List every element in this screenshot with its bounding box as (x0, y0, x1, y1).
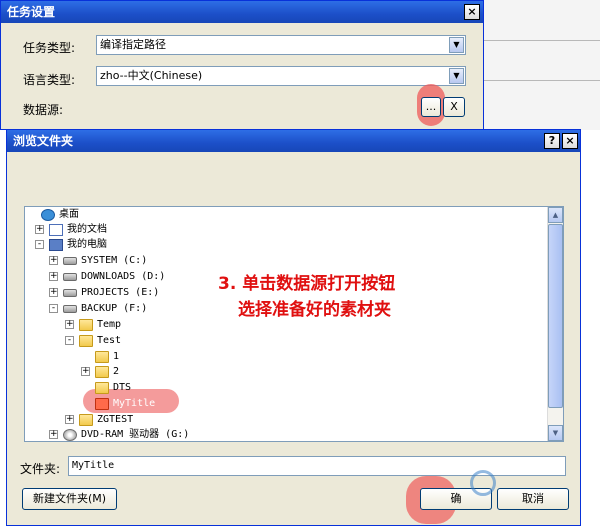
tree-node[interactable]: +2 (25, 364, 545, 380)
browse-folder-close-button[interactable]: × (562, 133, 578, 149)
tree-node-label: 桌面 (59, 209, 79, 220)
expand-icon[interactable]: + (49, 430, 58, 439)
language-label: 语言类型: (23, 73, 76, 87)
new-folder-button[interactable]: 新建文件夹(M) (22, 488, 117, 510)
chevron-down-icon[interactable]: ▼ (449, 37, 464, 53)
folder-icon (95, 351, 109, 363)
task-settings-close-button[interactable]: × (464, 4, 480, 20)
tree-node[interactable]: - 我的电脑 (25, 237, 545, 253)
collapse-icon[interactable]: - (35, 240, 44, 249)
expand-icon[interactable]: + (65, 320, 74, 329)
desktop-icon (41, 209, 55, 221)
tree-scrollbar[interactable]: ▲ ▼ (547, 207, 563, 441)
tree-node[interactable]: MyTitle (25, 396, 545, 412)
tree-node[interactable]: - Test (25, 333, 545, 349)
tree-node-label: BACKUP (F:) (81, 303, 148, 314)
computer-icon (49, 239, 63, 251)
dvd-drive-icon (63, 429, 77, 441)
collapse-icon[interactable]: - (49, 304, 58, 313)
folder-icon (79, 319, 93, 331)
task-type-select[interactable]: 编译指定路径 ▼ (96, 35, 466, 55)
expand-icon[interactable]: + (81, 367, 90, 376)
documents-icon (49, 224, 63, 236)
tree-node-label: 2 (113, 366, 120, 377)
task-type-value: 编译指定路径 (100, 38, 166, 51)
collapse-icon[interactable]: - (65, 336, 74, 345)
tree-node[interactable]: + DVD-RAM 驱动器 (G:) (25, 427, 545, 441)
tree-node-label: DTS (113, 382, 132, 393)
expand-icon[interactable]: + (35, 225, 44, 234)
source-input[interactable] (119, 97, 419, 117)
drive-icon (63, 273, 77, 281)
tree-node-label: Test (97, 335, 122, 346)
cancel-button[interactable]: 取消 (497, 488, 569, 510)
folder-open-icon (79, 335, 93, 347)
language-value: zho--中文(Chinese) (100, 69, 203, 82)
tree-node[interactable]: + SYSTEM (C:) (25, 253, 545, 269)
background-window-line (483, 80, 600, 81)
tree-node[interactable]: 桌面 (25, 207, 545, 223)
drive-icon (63, 257, 77, 265)
browse-folder-titlebar: 浏览文件夹 (7, 130, 580, 152)
tree-node[interactable]: + 我的文档 (25, 222, 545, 238)
tree-node-label: 我的电脑 (67, 239, 107, 250)
tree-node-label: MyTitle (113, 398, 156, 409)
drive-icon (63, 305, 77, 313)
scroll-down-button[interactable]: ▼ (548, 425, 563, 441)
tree-node[interactable]: + ZGTEST (25, 412, 545, 428)
tree-node-label: 1 (113, 351, 120, 362)
folder-label: 文件夹: (20, 462, 61, 476)
language-select[interactable]: zho--中文(Chinese) ▼ (96, 66, 466, 86)
task-type-label: 任务类型: (23, 41, 76, 55)
background-window (482, 0, 600, 130)
folder-icon (95, 366, 109, 378)
folder-icon (95, 398, 109, 410)
help-button[interactable]: ? (544, 133, 560, 149)
tree-node[interactable]: DTS (25, 380, 545, 396)
tree-node-label: Temp (97, 319, 122, 330)
task-settings-titlebar: 任务设置 (1, 1, 483, 23)
tree-node-label: SYSTEM (C:) (81, 255, 148, 266)
chevron-down-icon[interactable]: ▼ (449, 68, 464, 84)
source-label: 数据源: (23, 103, 64, 117)
folder-icon (95, 382, 109, 394)
task-settings-dialog: 任务设置 × 任务类型: 编译指定路径 ▼ 语言类型: zho--中文(Chin… (0, 0, 484, 130)
site-watermark-logo (470, 470, 496, 496)
folder-value: MyTitle (72, 460, 115, 471)
expand-icon[interactable]: + (49, 256, 58, 265)
expand-icon[interactable]: + (49, 272, 58, 281)
clear-source-button[interactable]: X (443, 97, 465, 117)
instruction-annotation-line2: 选择准备好的素材夹 (238, 300, 391, 320)
folder-icon (79, 414, 93, 426)
tree-node-label: DOWNLOADS (D:) (81, 271, 166, 282)
background-window-line (483, 40, 600, 41)
tree-node-label: ZGTEST (97, 414, 134, 425)
browse-folder-title: 浏览文件夹 (13, 134, 74, 148)
tree-node[interactable]: 1 (25, 349, 545, 365)
tree-node-label: DVD-RAM 驱动器 (G:) (81, 429, 190, 440)
instruction-annotation-line1: 3. 单击数据源打开按钮 (218, 274, 396, 294)
tree-node-label: 我的文档 (67, 224, 107, 235)
drive-icon (63, 289, 77, 297)
scroll-thumb[interactable] (548, 224, 563, 408)
scroll-up-button[interactable]: ▲ (548, 207, 563, 223)
browse-button[interactable]: ... (421, 97, 441, 117)
tree-node-label: PROJECTS (E:) (81, 287, 160, 298)
task-settings-title: 任务设置 (7, 5, 56, 19)
expand-icon[interactable]: + (65, 415, 74, 424)
folder-tree[interactable]: 桌面 + 我的文档 - 我的电脑 + SYSTEM (C:) + DOWNLOADS (D:) +… (24, 206, 564, 442)
expand-icon[interactable]: + (49, 288, 58, 297)
